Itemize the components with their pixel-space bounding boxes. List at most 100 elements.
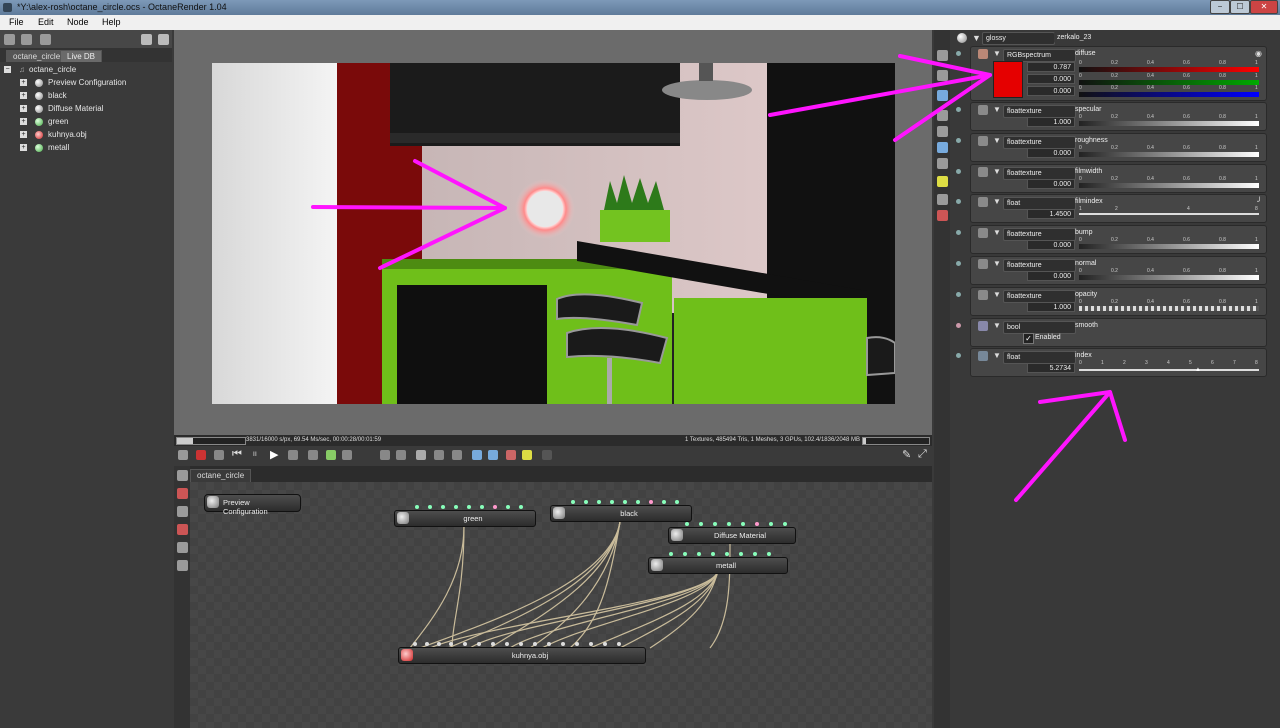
tree-item-preview-configuration[interactable]: + Preview Configuration (20, 77, 126, 89)
node-metall[interactable]: metall (648, 552, 788, 574)
node-green[interactable]: green (394, 505, 536, 527)
split-icon[interactable] (452, 450, 462, 460)
pause-icon[interactable]: ⏸ (252, 448, 258, 461)
collapse-icon[interactable]: ▼ (993, 197, 1001, 206)
maximize-button[interactable]: ☐ (1230, 0, 1250, 14)
settings-icon[interactable] (937, 110, 948, 121)
bump-slider[interactable] (1079, 244, 1259, 249)
opacity-value[interactable]: 1.000 (1027, 302, 1075, 312)
menu-file[interactable]: File (9, 17, 24, 27)
tree-item-metall[interactable]: + metall (20, 142, 69, 154)
roughness-slider[interactable] (1079, 152, 1259, 157)
wrench-icon[interactable]: ✎ (902, 448, 911, 461)
node-black[interactable]: black (550, 500, 692, 522)
expand-icon[interactable]: + (20, 144, 27, 152)
tree-item-green[interactable]: + green (20, 116, 68, 128)
copy-icon[interactable] (21, 34, 32, 45)
play-icon[interactable]: ▶ (270, 448, 278, 461)
tab-graph-octane-circle[interactable]: octane_circle (190, 469, 252, 482)
curve-icon[interactable]: ╯ (1257, 197, 1262, 206)
expand-icon[interactable]: + (20, 79, 27, 87)
material-node-icon[interactable] (177, 524, 188, 535)
collapse-icon[interactable]: ▼ (993, 351, 1001, 360)
diffuse-b-value[interactable]: 0.000 (1027, 86, 1075, 96)
expand-icon[interactable]: + (20, 105, 27, 113)
color-picker-icon[interactable] (326, 450, 336, 460)
tree-item-black[interactable]: + black (20, 90, 67, 102)
delete-icon[interactable] (177, 488, 188, 499)
export-icon[interactable] (488, 450, 498, 460)
collapse-icon[interactable]: ▼ (993, 105, 1001, 114)
rewind-icon[interactable]: ⏮ (232, 448, 242, 461)
collapse-icon[interactable]: ▼ (993, 290, 1001, 299)
filmwidth-value[interactable]: 0.000 (1027, 179, 1075, 189)
light-icon[interactable] (522, 450, 532, 460)
filmindex-value[interactable]: 1.4500 (1027, 209, 1075, 219)
material-name-field[interactable]: zerkalo_23 (1054, 32, 1267, 43)
collapse-icon[interactable]: ▼ (993, 167, 1001, 176)
close-button[interactable]: ✕ (1250, 0, 1278, 14)
sphere-dark-icon[interactable] (396, 450, 406, 460)
collapse-icon[interactable]: ▼ (993, 228, 1001, 237)
smooth-checkbox[interactable]: ✓ (1023, 333, 1034, 344)
image-icon[interactable] (937, 90, 948, 101)
refresh-icon[interactable] (342, 450, 352, 460)
node-icon[interactable] (937, 50, 948, 61)
diffuse-g-value[interactable]: 0.000 (1027, 74, 1075, 84)
color-swatch[interactable] (993, 61, 1023, 98)
env-icon[interactable] (937, 158, 948, 169)
lock-icon[interactable] (542, 450, 552, 460)
specular-slider[interactable] (1079, 121, 1259, 126)
checker-icon[interactable] (434, 450, 444, 460)
link-icon[interactable] (177, 542, 188, 553)
grid-icon[interactable] (40, 34, 51, 45)
focus-icon[interactable] (308, 450, 318, 460)
roughness-value[interactable]: 0.000 (1027, 148, 1075, 158)
filmindex-slider[interactable] (1079, 213, 1259, 215)
minimize-button[interactable]: − (1210, 0, 1230, 14)
diffuse-r-value[interactable]: 0.787 (1027, 62, 1075, 72)
collapse-icon[interactable]: ▼ (993, 136, 1001, 145)
list-icon[interactable] (4, 34, 15, 45)
camera-icon[interactable] (937, 142, 948, 153)
wrench-icon[interactable] (141, 34, 152, 45)
collapse-icon[interactable]: − (4, 66, 11, 74)
tree-root[interactable]: − ♫ octane_circle (4, 64, 76, 76)
index-slider[interactable] (1079, 369, 1259, 371)
menu-edit[interactable]: Edit (38, 17, 54, 27)
transform-icon[interactable] (937, 194, 948, 205)
stop-render-icon[interactable] (196, 450, 206, 460)
bump-value[interactable]: 0.000 (1027, 240, 1075, 250)
collapse-icon[interactable]: ▼ (993, 49, 1001, 58)
menu-help[interactable]: Help (102, 17, 121, 27)
normal-slider[interactable] (1079, 275, 1259, 280)
filmwidth-slider[interactable] (1079, 183, 1259, 188)
smooth-type-select[interactable]: bool (1003, 321, 1076, 334)
diffuse-g-slider[interactable] (1079, 80, 1259, 85)
square-icon[interactable] (416, 450, 426, 460)
expand-icon[interactable]: + (20, 92, 27, 100)
pane-icon[interactable] (937, 126, 948, 137)
list-icon[interactable] (937, 70, 948, 81)
tree-item-kuhnya-obj[interactable]: + kuhnya.obj (20, 129, 87, 141)
layout-icon[interactable] (177, 470, 188, 481)
render-image[interactable] (212, 63, 895, 404)
expand-icon[interactable]: + (20, 131, 27, 139)
node-graph[interactable]: Preview Configuration green black Diffus… (190, 482, 932, 728)
node-icon[interactable] (177, 506, 188, 517)
palette-icon[interactable] (506, 450, 516, 460)
collapse-icon[interactable]: ▼ (993, 321, 1001, 330)
diffuse-b-slider[interactable] (1079, 92, 1259, 97)
restart-icon[interactable] (214, 450, 224, 460)
diffuse-r-slider[interactable] (1079, 67, 1259, 72)
collapse-icon[interactable]: ▼ (972, 33, 981, 43)
specular-value[interactable]: 1.000 (1027, 117, 1075, 127)
collapse-icon[interactable]: ▼ (993, 259, 1001, 268)
normal-value[interactable]: 0.000 (1027, 271, 1075, 281)
material-icon[interactable] (937, 210, 948, 221)
sun-icon[interactable] (937, 176, 948, 187)
import-icon[interactable] (472, 450, 482, 460)
region-icon[interactable] (288, 450, 298, 460)
node-preview-configuration[interactable]: Preview Configuration (204, 494, 301, 516)
expand-icon[interactable] (158, 34, 169, 45)
